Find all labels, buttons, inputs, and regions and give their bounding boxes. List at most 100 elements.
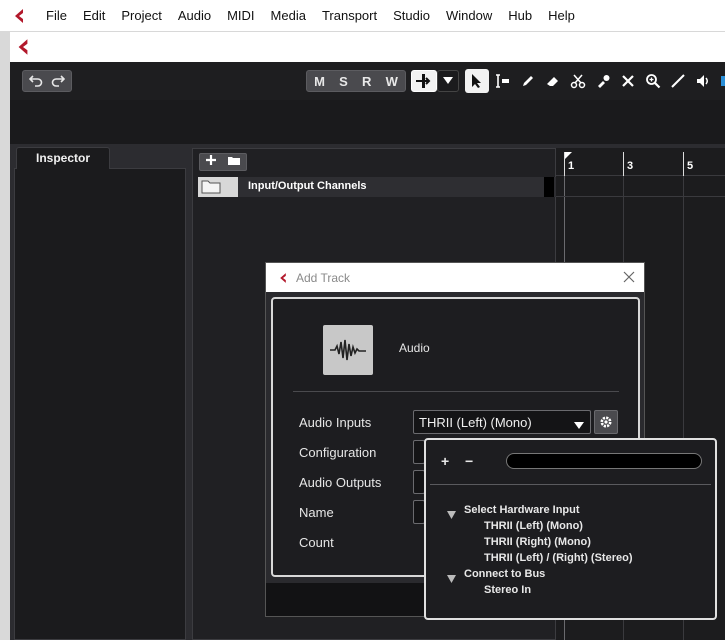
dialog-logo-icon: [276, 271, 290, 285]
hardware-input-item[interactable]: THRII (Left) / (Right) (Stereo): [484, 552, 632, 564]
dialog-title: Add Track: [296, 270, 351, 285]
project-toolbar: M S R W: [10, 62, 725, 100]
solo-button[interactable]: S: [339, 74, 348, 89]
track-list-toolbar: [199, 153, 247, 171]
auto-scroll-button[interactable]: [411, 70, 437, 92]
glue-icon: [598, 75, 610, 88]
object-selection-tool[interactable]: [465, 69, 489, 93]
plus-icon: [206, 155, 216, 165]
menu-window[interactable]: Window: [438, 0, 500, 31]
left-locator-marker: [564, 152, 572, 160]
play-tool[interactable]: [691, 69, 715, 93]
triangle-down-icon: [447, 570, 456, 588]
audio-inputs-select[interactable]: THRII (Left) (Mono): [413, 410, 591, 434]
input-routing-popup: + − Select Hardware Input THRII (Left) (…: [424, 438, 717, 620]
auto-scroll-dropdown[interactable]: [437, 70, 459, 92]
menubar: File Edit Project Audio MIDI Media Trans…: [0, 0, 725, 31]
dialog-titlebar: Add Track: [266, 263, 644, 292]
close-icon[interactable]: [623, 270, 635, 288]
split-tool[interactable]: [516, 69, 540, 93]
menu-midi[interactable]: MIDI: [219, 0, 262, 31]
configuration-label: Configuration: [299, 445, 377, 460]
ruler-tick: 3: [627, 160, 634, 172]
project-logo-icon: [12, 36, 34, 63]
separator: [293, 391, 619, 392]
auto-scroll-icon: [416, 74, 431, 88]
range-selection-tool[interactable]: [491, 69, 515, 93]
ruler-bar-line: [683, 152, 684, 176]
range-select-icon: [496, 74, 509, 88]
close-x-icon: [622, 75, 634, 87]
add-track-using-preset-button[interactable]: [227, 153, 241, 171]
count-label: Count: [299, 535, 334, 550]
menu-edit[interactable]: Edit: [75, 0, 113, 31]
write-button[interactable]: W: [386, 74, 398, 89]
cubase-logo-icon: [8, 4, 30, 27]
separator: [430, 484, 711, 485]
audio-outputs-label: Audio Outputs: [299, 475, 382, 490]
menu-hub[interactable]: Hub: [500, 0, 540, 31]
menu-audio[interactable]: Audio: [170, 0, 219, 31]
track-row-folder[interactable]: Input/Output Channels: [198, 177, 556, 197]
cut-tool[interactable]: [566, 69, 590, 93]
msrw-group: M S R W: [306, 70, 406, 92]
hardware-input-group[interactable]: Select Hardware Input: [464, 504, 580, 516]
ruler[interactable]: 1 3 5: [556, 148, 725, 176]
hardware-input-item[interactable]: THRII (Right) (Mono): [484, 536, 591, 548]
redo-icon[interactable]: [51, 73, 66, 90]
waveform-icon: [330, 339, 366, 361]
folder-preset-icon: [228, 157, 240, 165]
menu-studio[interactable]: Studio: [385, 0, 438, 31]
connect-to-bus-group[interactable]: Connect to Bus: [464, 568, 545, 580]
scissors-icon: [570, 74, 586, 89]
bus-item[interactable]: Stereo In: [484, 584, 531, 596]
menu-file[interactable]: File: [38, 0, 75, 31]
mute-tool[interactable]: [616, 69, 640, 93]
ruler-bar-line: [623, 152, 624, 176]
glue-tool[interactable]: [591, 69, 615, 93]
app-logo[interactable]: [0, 4, 38, 27]
menu-project[interactable]: Project: [113, 0, 169, 31]
eraser-icon: [547, 77, 558, 86]
chevron-down-icon: [574, 418, 584, 433]
folder-icon: [201, 180, 221, 199]
tab-inspector[interactable]: Inspector: [16, 147, 110, 169]
zoom-tool[interactable]: [641, 69, 665, 93]
menu-help[interactable]: Help: [540, 0, 583, 31]
undo-icon[interactable]: [28, 73, 43, 90]
info-line-bar: [10, 100, 725, 144]
filter-search-input[interactable]: [506, 453, 702, 469]
arrow-pointer-icon: [472, 74, 481, 88]
collapse-all-button[interactable]: −: [465, 453, 473, 469]
menu-transport[interactable]: Transport: [314, 0, 385, 31]
mute-button[interactable]: M: [314, 74, 325, 89]
gear-icon: [600, 416, 612, 428]
track-type-label: Audio: [399, 341, 430, 355]
ruler-tick: 5: [687, 160, 694, 172]
zoom-icon: [646, 74, 661, 89]
undo-redo-group: [22, 70, 72, 92]
inspector-panel: [14, 168, 186, 640]
track-lane-divider: [556, 196, 725, 197]
menu-media[interactable]: Media: [263, 0, 314, 31]
audio-inputs-value: THRII (Left) (Mono): [419, 414, 532, 430]
line-tool[interactable]: [666, 69, 690, 93]
line-icon: [671, 74, 685, 88]
audio-track-type-button[interactable]: [323, 325, 373, 375]
speaker-icon: [697, 75, 708, 87]
read-button[interactable]: R: [362, 74, 371, 89]
track-edge-marker: [544, 177, 554, 197]
color-tool[interactable]: [714, 69, 725, 93]
triangle-down-icon: [447, 506, 456, 524]
input-settings-button[interactable]: [594, 410, 618, 434]
window-left-edge: [0, 31, 10, 640]
chevron-down-icon: [443, 77, 453, 84]
hardware-input-item[interactable]: THRII (Left) (Mono): [484, 520, 583, 532]
project-titlebar: [10, 31, 725, 62]
pencil-icon: [523, 76, 533, 86]
add-track-button[interactable]: [205, 153, 217, 171]
expand-all-button[interactable]: +: [441, 453, 449, 469]
name-label: Name: [299, 505, 334, 520]
erase-tool[interactable]: [541, 69, 565, 93]
audio-inputs-label: Audio Inputs: [299, 415, 372, 430]
